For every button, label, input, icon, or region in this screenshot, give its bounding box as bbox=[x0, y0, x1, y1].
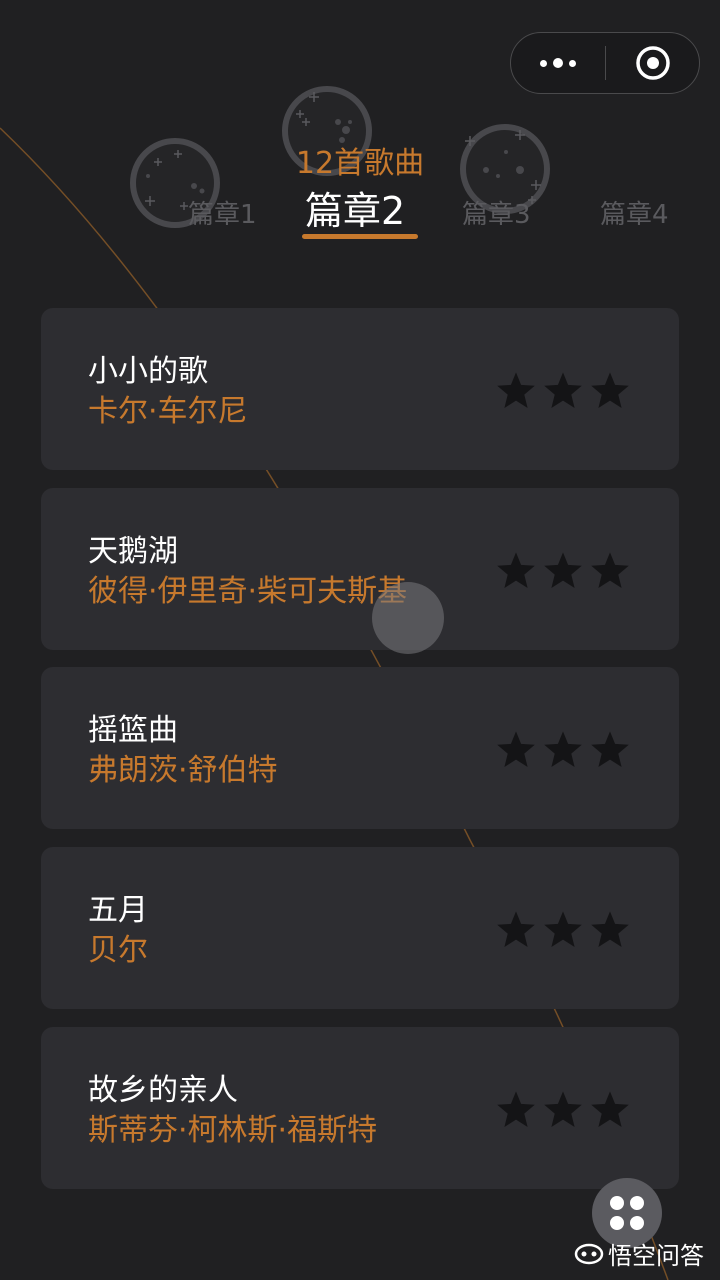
song-title: 五月 bbox=[88, 893, 148, 928]
watermark: 悟空问答 bbox=[574, 1236, 704, 1271]
song-composer: 斯蒂芬·柯林斯·福斯特 bbox=[88, 1113, 378, 1148]
touch-indicator bbox=[372, 582, 444, 654]
song-title: 摇篮曲 bbox=[88, 713, 178, 748]
song-card[interactable]: 摇篮曲 弗朗茨·舒伯特 bbox=[41, 667, 679, 829]
song-card[interactable]: 天鹅湖 彼得·伊里奇·柴可夫斯基 bbox=[41, 488, 679, 650]
tab-chapter-2[interactable]: 篇章2 bbox=[305, 180, 405, 235]
active-tab-indicator bbox=[302, 234, 418, 239]
star-icon bbox=[591, 552, 629, 589]
dot-icon bbox=[630, 1196, 644, 1210]
star-icon bbox=[497, 911, 535, 948]
song-composer: 卡尔·车尔尼 bbox=[88, 394, 248, 429]
song-composer: 贝尔 bbox=[88, 933, 148, 968]
song-card[interactable]: 故乡的亲人 斯蒂芬·柯林斯·福斯特 bbox=[41, 1027, 679, 1189]
star-rating bbox=[495, 370, 631, 410]
star-icon bbox=[544, 372, 582, 409]
song-title: 天鹅湖 bbox=[88, 534, 178, 569]
star-icon bbox=[591, 1091, 629, 1128]
song-card[interactable]: 五月 贝尔 bbox=[41, 847, 679, 1009]
star-icon bbox=[591, 372, 629, 409]
dot-icon bbox=[630, 1216, 644, 1230]
star-icon bbox=[497, 1091, 535, 1128]
target-circle-icon[interactable] bbox=[606, 33, 699, 93]
star-rating bbox=[495, 909, 631, 949]
song-composer: 弗朗茨·舒伯特 bbox=[88, 753, 278, 788]
watermark-text: 悟空问答 bbox=[608, 1242, 704, 1270]
star-icon bbox=[544, 1091, 582, 1128]
star-icon bbox=[497, 552, 535, 589]
star-rating bbox=[495, 729, 631, 769]
tab-chapter-4[interactable]: 篇章4 bbox=[600, 194, 669, 231]
tab-chapter-3[interactable]: 篇章3 bbox=[462, 194, 531, 231]
star-icon bbox=[544, 552, 582, 589]
star-rating bbox=[495, 550, 631, 590]
miniprogram-capsule bbox=[510, 32, 700, 94]
song-card[interactable]: 小小的歌 卡尔·车尔尼 bbox=[41, 308, 679, 470]
song-composer: 彼得·伊里奇·柴可夫斯基 bbox=[88, 574, 408, 609]
tab-chapter-1[interactable]: 篇章1 bbox=[188, 194, 257, 231]
wukong-logo-icon bbox=[574, 1243, 604, 1264]
star-icon bbox=[591, 911, 629, 948]
star-icon bbox=[497, 731, 535, 768]
dot-icon bbox=[610, 1216, 624, 1230]
more-dots-icon[interactable] bbox=[511, 33, 605, 93]
song-count: 12首歌曲 bbox=[295, 146, 425, 181]
star-icon bbox=[497, 372, 535, 409]
star-icon bbox=[544, 731, 582, 768]
star-icon bbox=[591, 731, 629, 768]
star-icon bbox=[544, 911, 582, 948]
song-title: 小小的歌 bbox=[88, 354, 208, 389]
song-title: 故乡的亲人 bbox=[88, 1073, 238, 1108]
dot-icon bbox=[610, 1196, 624, 1210]
star-rating bbox=[495, 1089, 631, 1129]
